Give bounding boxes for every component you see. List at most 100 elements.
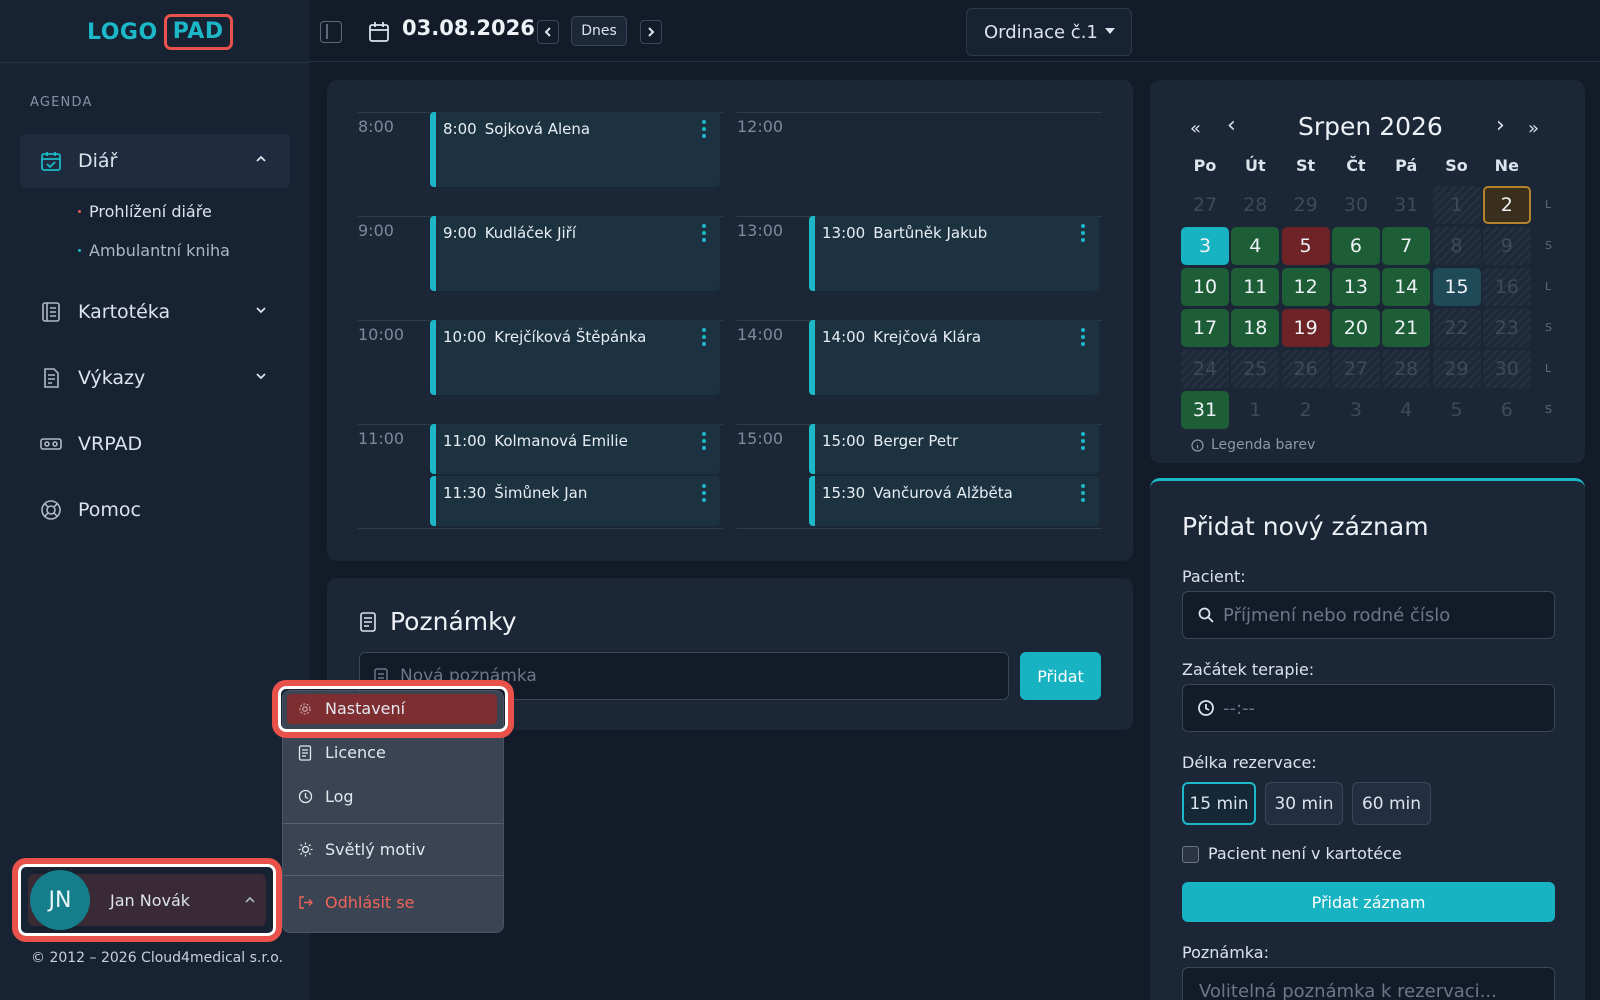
appointment-card[interactable]: 14:00 Krejčová Klára: [809, 320, 1099, 395]
calendar-day[interactable]: 1: [1432, 186, 1481, 224]
next-month-button[interactable]: ›: [1496, 113, 1505, 138]
week-parity-mark: L: [1545, 198, 1552, 211]
menu-item-log[interactable]: Log: [297, 787, 354, 806]
calendar-day[interactable]: 2: [1282, 391, 1330, 429]
chevron-up-icon: [256, 155, 266, 162]
calendar-day[interactable]: 30: [1332, 186, 1380, 224]
sidebar-item-pomoc[interactable]: Pomoc: [20, 483, 290, 537]
not-in-registry-checkbox[interactable]: [1182, 846, 1199, 863]
menu-item-light-theme[interactable]: Světlý motiv: [297, 840, 425, 859]
duration-60-button[interactable]: 60 min: [1352, 782, 1431, 825]
office-select-value: Ordinace č.1: [984, 21, 1098, 43]
calendar-day[interactable]: 26: [1281, 350, 1330, 388]
next-year-button[interactable]: »: [1528, 118, 1539, 139]
prev-year-button[interactable]: «: [1190, 118, 1201, 139]
calendar-day[interactable]: 2: [1482, 186, 1531, 224]
more-vertical-icon[interactable]: [1081, 484, 1085, 502]
prev-month-button[interactable]: ‹: [1227, 113, 1236, 138]
sidebar-item-vykazy[interactable]: Výkazy: [20, 351, 290, 405]
calendar-day[interactable]: 8: [1432, 227, 1481, 265]
prev-day-button[interactable]: [537, 20, 559, 44]
menu-item-logout[interactable]: Odhlásit se: [297, 893, 414, 912]
more-vertical-icon[interactable]: [702, 120, 706, 138]
calendar-day[interactable]: 13: [1331, 268, 1380, 306]
calendar-day[interactable]: 4: [1382, 391, 1430, 429]
appointment-card[interactable]: 11:30 Šimůnek Jan: [430, 476, 720, 526]
therapy-start-input[interactable]: --:--: [1182, 684, 1555, 732]
more-vertical-icon[interactable]: [702, 432, 706, 450]
logo[interactable]: LOGO PAD: [87, 14, 233, 50]
add-record-button[interactable]: Přidat záznam: [1182, 882, 1555, 922]
calendar-day[interactable]: 10: [1181, 268, 1229, 306]
next-day-button[interactable]: [640, 20, 662, 44]
highlight-ring: [12, 858, 282, 942]
calendar-day[interactable]: 28: [1382, 350, 1431, 388]
calendar-day[interactable]: 29: [1432, 350, 1481, 388]
sidebar-item-kartoteka[interactable]: Kartotéka: [20, 285, 290, 339]
more-vertical-icon[interactable]: [1081, 432, 1085, 450]
calendar-day[interactable]: 15: [1432, 268, 1481, 306]
calendar-day[interactable]: 31: [1181, 391, 1229, 429]
calendar-day[interactable]: 11: [1231, 268, 1280, 306]
more-vertical-icon[interactable]: [702, 328, 706, 346]
calendar-day[interactable]: 21: [1382, 309, 1431, 347]
appointment-card[interactable]: 15:30 Vančurová Alžběta: [809, 476, 1099, 526]
calendar-day[interactable]: 25: [1231, 350, 1280, 388]
calendar-day[interactable]: 18: [1231, 309, 1280, 347]
appointment-card[interactable]: 11:00 Kolmanová Emilie: [430, 424, 720, 474]
sidebar-subitem-ambulantni[interactable]: Ambulantní kniha: [78, 241, 230, 260]
patient-placeholder: Příjmení nebo rodné číslo: [1223, 604, 1451, 626]
more-vertical-icon[interactable]: [702, 224, 706, 242]
reservation-note-placeholder: Volitelná poznámka k rezervaci...: [1199, 980, 1497, 1000]
calendar-day[interactable]: 24: [1181, 350, 1229, 388]
therapy-start-label: Začátek terapie:: [1182, 660, 1315, 679]
today-button[interactable]: Dnes: [571, 16, 627, 46]
sidebar-item-diar[interactable]: Diář: [20, 134, 290, 188]
calendar-day[interactable]: 1: [1231, 391, 1279, 429]
sidebar-item-vrpad[interactable]: VRPAD: [20, 417, 290, 471]
appointment-card[interactable]: 15:00 Berger Petr: [809, 424, 1099, 474]
calendar-day[interactable]: 6: [1483, 391, 1531, 429]
calendar-day[interactable]: 19: [1281, 309, 1330, 347]
sun-icon: [297, 842, 313, 858]
patient-search-input[interactable]: Příjmení nebo rodné číslo: [1182, 591, 1555, 639]
duration-15-button[interactable]: 15 min: [1182, 782, 1256, 825]
more-vertical-icon[interactable]: [1081, 224, 1085, 242]
calendar-day[interactable]: 31: [1382, 186, 1430, 224]
calendar-day[interactable]: 17: [1181, 309, 1229, 347]
calendar-day[interactable]: 4: [1231, 227, 1280, 265]
color-legend-link[interactable]: Legenda barev: [1191, 437, 1315, 453]
appointment-card[interactable]: 8:00 Sojková Alena: [430, 112, 720, 187]
calendar-day[interactable]: 20: [1331, 309, 1380, 347]
calendar-day[interactable]: 7: [1382, 227, 1431, 265]
calendar-day[interactable]: 28: [1231, 186, 1279, 224]
more-vertical-icon[interactable]: [702, 484, 706, 502]
calendar-day[interactable]: 23: [1482, 309, 1531, 347]
logout-icon: [297, 895, 313, 911]
calendar-day[interactable]: 9: [1482, 227, 1531, 265]
sidebar-subitem-prohlizeni[interactable]: Prohlížení diáře: [78, 202, 212, 221]
add-note-button[interactable]: Přidat: [1020, 652, 1101, 700]
calendar-day[interactable]: 27: [1181, 186, 1229, 224]
calendar-day[interactable]: 3: [1181, 227, 1229, 265]
calendar-day[interactable]: 22: [1432, 309, 1481, 347]
office-select[interactable]: Ordinace č.1: [966, 8, 1132, 56]
calendar-day[interactable]: 14: [1382, 268, 1431, 306]
calendar-day[interactable]: 29: [1282, 186, 1330, 224]
calendar-day[interactable]: 30: [1482, 350, 1531, 388]
calendar-day[interactable]: 16: [1482, 268, 1531, 306]
sidebar-collapse-icon[interactable]: [320, 21, 342, 43]
more-vertical-icon[interactable]: [1081, 328, 1085, 346]
calendar-day[interactable]: 5: [1433, 391, 1481, 429]
appointment-card[interactable]: 9:00 Kudláček Jiří: [430, 216, 720, 291]
calendar-day[interactable]: 5: [1281, 227, 1330, 265]
duration-30-button[interactable]: 30 min: [1265, 782, 1343, 825]
calendar-day[interactable]: 3: [1332, 391, 1380, 429]
menu-item-license[interactable]: Licence: [297, 743, 386, 762]
calendar-day[interactable]: 6: [1331, 227, 1380, 265]
calendar-day[interactable]: 12: [1281, 268, 1330, 306]
appointment-card[interactable]: 10:00 Krejčíková Štěpánka: [430, 320, 720, 395]
reservation-note-input[interactable]: Volitelná poznámka k rezervaci...: [1182, 967, 1555, 1000]
calendar-day[interactable]: 27: [1331, 350, 1380, 388]
appointment-card[interactable]: 13:00 Bartůněk Jakub: [809, 216, 1099, 291]
